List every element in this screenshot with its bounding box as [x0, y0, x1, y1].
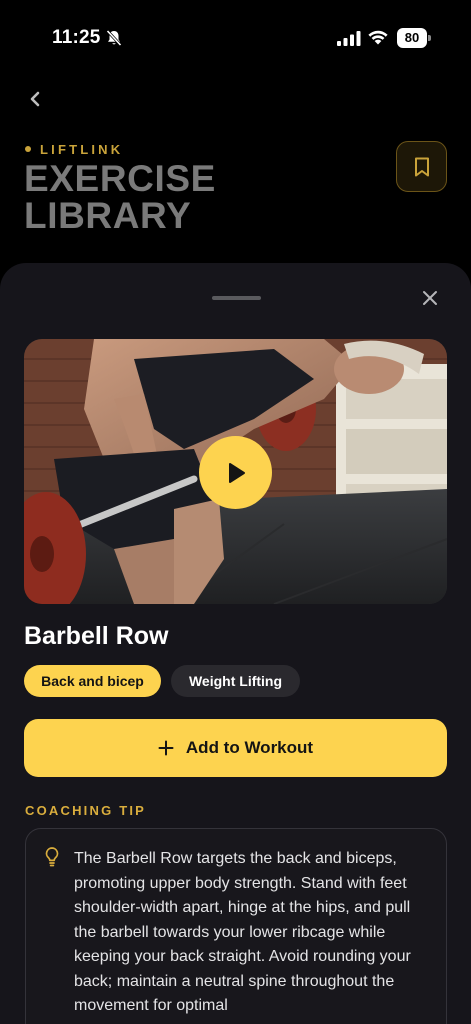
close-icon: [423, 291, 437, 305]
drag-handle[interactable]: [212, 296, 261, 300]
bell-slash-icon: [106, 29, 122, 47]
chevron-left-icon: [30, 91, 40, 107]
battery-indicator: 80: [397, 28, 431, 48]
tag-weight-lifting[interactable]: Weight Lifting: [171, 665, 300, 697]
tag-back-and-bicep[interactable]: Back and bicep: [24, 665, 161, 697]
coaching-tip-text: The Barbell Row targets the back and bic…: [74, 850, 411, 1014]
bookmark-icon: [414, 157, 429, 176]
lightbulb-icon: [45, 847, 59, 867]
exercise-title: Barbell Row: [24, 622, 169, 650]
wifi-icon: [368, 30, 388, 45]
battery-cap: [428, 35, 431, 41]
close-button[interactable]: [416, 284, 444, 312]
play-icon: [228, 462, 245, 483]
add-to-workout-label: Add to Workout: [185, 738, 314, 757]
status-time: 11:25: [52, 27, 101, 48]
brand: LIFTLINK: [25, 141, 123, 157]
plus-icon: [158, 740, 174, 756]
cellular-signal-icon: [337, 31, 361, 46]
bookmark-button[interactable]: [396, 141, 447, 192]
brand-dot: [25, 146, 31, 152]
add-to-workout-button[interactable]: Add to Workout: [24, 719, 447, 777]
back-button[interactable]: [20, 84, 50, 114]
status-bar: 11:25 80: [0, 0, 471, 60]
brand-label: LIFTLINK: [40, 141, 124, 157]
page-title: EXERCISE LIBRARY: [24, 158, 216, 236]
play-button[interactable]: [199, 436, 272, 509]
battery-level: 80: [397, 28, 427, 48]
coaching-tip-heading: COACHING TIP: [25, 803, 147, 818]
